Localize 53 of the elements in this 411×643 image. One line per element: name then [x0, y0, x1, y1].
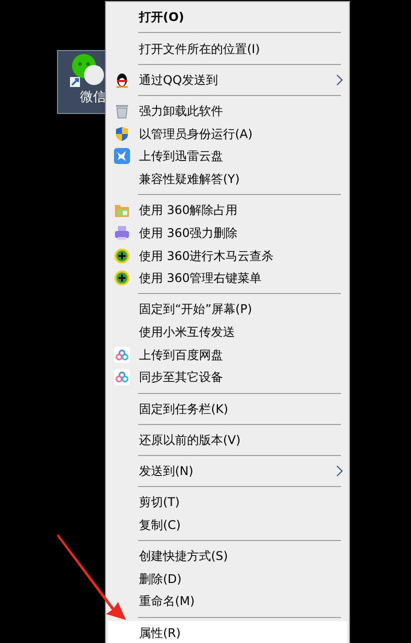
menu-item-label: 发送到(N) — [139, 463, 194, 480]
trash-icon — [114, 102, 130, 119]
menu-item-label: 打开文件所在的位置(I) — [139, 40, 260, 58]
menu-item-label: 打开(O) — [139, 9, 184, 26]
menu-item[interactable]: 还原以前的版本(V) — [108, 428, 347, 452]
menu-item[interactable]: 重命名(M) — [108, 590, 347, 613]
menu-item-label: 以管理员身份运行(A) — [139, 126, 253, 143]
menu-item[interactable]: 创建快捷方式(S) — [108, 544, 347, 568]
menu-item[interactable]: 打开(O) — [108, 6, 347, 29]
menu-item[interactable]: 使用 360管理右键菜单 — [108, 266, 347, 290]
menu-item-label: 使用 360进行木马云查杀 — [139, 248, 274, 265]
plus-icon — [114, 248, 130, 264]
plus-icon — [114, 270, 130, 286]
menu-item-label: 固定到“开始”屏幕(P) — [139, 301, 252, 318]
menu-item-label: 还原以前的版本(V) — [139, 432, 241, 449]
menu-item[interactable]: 复制(C) — [108, 514, 347, 536]
menu-item[interactable]: 剪切(T) — [108, 490, 347, 514]
menu-item-label: 使用 360强力删除 — [139, 224, 238, 242]
menu-item[interactable]: 使用 360进行木马云查杀 — [108, 244, 347, 267]
menu-item-label: 使用小米互传发送 — [139, 324, 235, 342]
menu-item-label: 剪切(T) — [139, 494, 180, 512]
menu-item-label: 强力卸载此软件 — [139, 102, 223, 120]
menu-item-label: 上传到百度网盘 — [139, 346, 223, 364]
menu-item[interactable]: 使用 360解除占用 — [108, 198, 347, 222]
menu-item[interactable]: 属性(R) — [108, 621, 347, 643]
menu-item-label: 使用 360解除占用 — [139, 202, 238, 220]
menu-item-label: 使用 360管理右键菜单 — [139, 270, 262, 288]
penguin-icon — [114, 72, 130, 88]
printer-icon — [114, 224, 130, 241]
menu-item[interactable]: 使用小米互传发送 — [108, 320, 347, 344]
menu-item-label: 同步至其它设备 — [139, 369, 223, 386]
menu-item[interactable]: 固定到“开始”屏幕(P) — [108, 298, 347, 321]
shield-icon — [114, 126, 130, 142]
folder-icon — [114, 202, 130, 218]
menu-item[interactable]: 上传到迅雷云盘 — [108, 144, 347, 168]
menu-item[interactable]: 固定到任务栏(K) — [108, 397, 347, 420]
menu-item[interactable]: 使用 360强力删除 — [108, 222, 347, 244]
menu-item[interactable]: 删除(D) — [108, 567, 347, 590]
menu-item[interactable]: 同步至其它设备 — [108, 366, 347, 389]
menu-item-label: 兼容性疑难解答(Y) — [139, 170, 240, 188]
menu-item-label: 删除(D) — [139, 570, 182, 588]
shortcut-label: 微信 — [79, 89, 106, 107]
menu-item[interactable]: 以管理员身份运行(A) — [108, 122, 347, 145]
menu-item[interactable]: 发送到(N) — [108, 460, 347, 482]
menu-item-label: 复制(C) — [139, 516, 181, 534]
menu-item[interactable]: 上传到百度网盘 — [108, 343, 347, 366]
menu-item-label: 上传到迅雷云盘 — [139, 148, 223, 166]
menu-item-label: 通过QQ发送到 — [139, 72, 218, 89]
menu-item-label: 属性(R) — [139, 624, 181, 642]
menu-item-label: 创建快捷方式(S) — [139, 548, 228, 566]
menu-item-label: 重命名(M) — [139, 593, 195, 610]
menu-item-label: 固定到任务栏(K) — [139, 400, 228, 418]
menu-item[interactable]: 兼容性疑难解答(Y) — [108, 168, 347, 190]
